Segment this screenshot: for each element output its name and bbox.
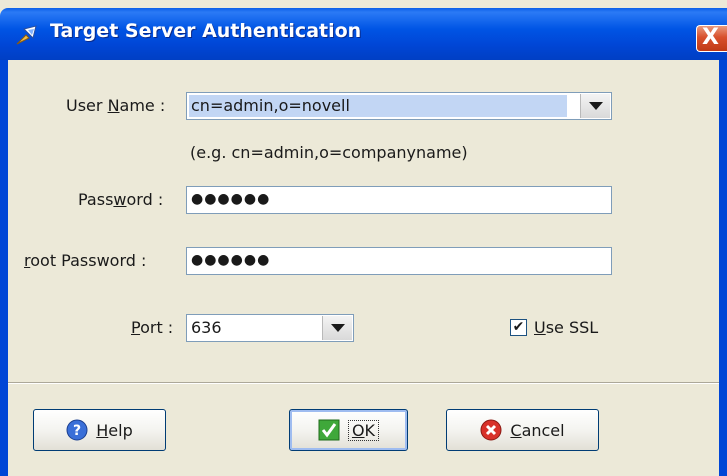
help-icon: ? [66,419,88,441]
use-ssl-checkbox[interactable]: ✔ [510,319,527,336]
username-combobox[interactable]: cn=admin,o=novell [186,92,612,120]
use-ssl-label[interactable]: Use SSL [534,318,598,337]
ok-label: OK [347,419,380,441]
port-value[interactable]: 636 [189,317,222,339]
arrow-pin-icon [16,25,37,45]
svg-text:?: ? [73,423,81,439]
help-label: Help [96,420,133,440]
window-frame-right [719,60,727,476]
ok-button[interactable]: OK [289,409,408,451]
chevron-down-icon[interactable] [322,316,352,340]
username-label: User Name : [66,96,166,115]
close-button[interactable]: X [696,25,727,52]
title-bar[interactable]: Target Server Authentication X [0,8,727,60]
cancel-button[interactable]: Cancel [446,409,599,451]
window-frame-left [0,60,8,476]
close-icon: X [702,25,719,50]
cancel-label: Cancel [510,420,565,440]
root-password-field[interactable]: ●●●●●● [186,247,612,275]
password-field[interactable]: ●●●●●● [186,186,612,214]
cancel-icon [480,419,502,441]
help-button[interactable]: ? Help [33,409,166,451]
chevron-down-icon[interactable] [580,94,610,118]
divider [8,382,719,384]
username-hint: (e.g. cn=admin,o=companyname) [190,143,468,162]
username-value[interactable]: cn=admin,o=novell [189,95,567,117]
dialog-window: Target Server Authentication X User Name… [0,0,727,476]
dialog-content: User Name : cn=admin,o=novell (e.g. cn=a… [8,60,719,476]
port-combobox[interactable]: 636 [186,314,354,342]
port-label: Port : [131,318,174,337]
password-label: Password : [78,190,164,209]
root-password-label: root Password : [24,251,147,270]
checkmark-icon [318,419,340,441]
dialog-title: Target Server Authentication [50,20,362,42]
